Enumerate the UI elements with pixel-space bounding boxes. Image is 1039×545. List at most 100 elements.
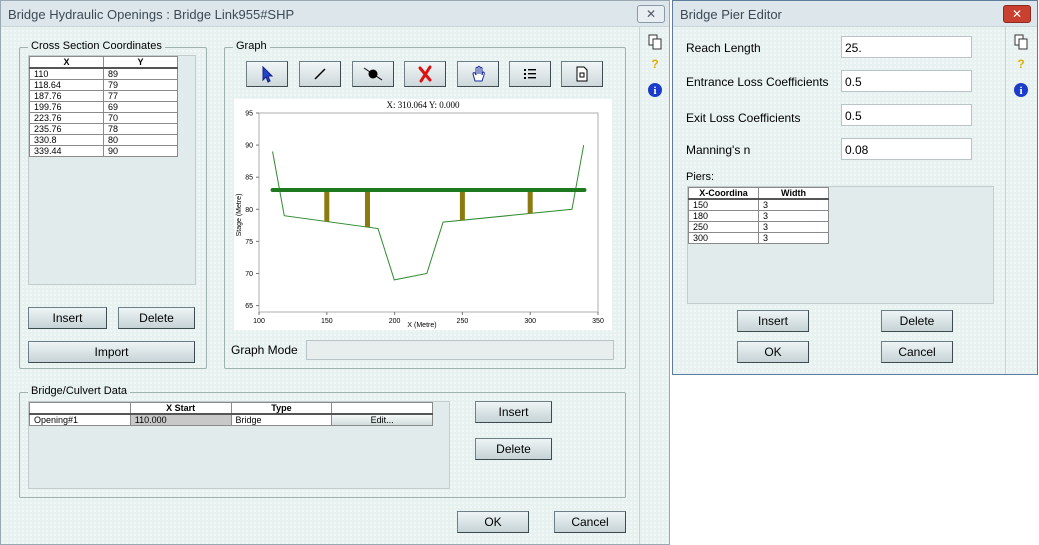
- info-icon[interactable]: i: [1012, 81, 1030, 99]
- close-icon: ✕: [1011, 7, 1023, 21]
- cs-cell[interactable]: 69: [103, 101, 178, 113]
- table-row[interactable]: 300 3: [688, 232, 829, 244]
- pier-insert-button[interactable]: Insert: [737, 310, 809, 332]
- bridge-delete-button[interactable]: Delete: [475, 438, 552, 460]
- close-button[interactable]: ✕: [637, 5, 665, 23]
- table-row[interactable]: 223.76 70: [29, 112, 178, 124]
- entrance-loss-field[interactable]: 0.5: [841, 70, 972, 92]
- y-tick-label: 65: [245, 303, 253, 310]
- x-tick-label: 150: [321, 318, 333, 325]
- pier-header-1[interactable]: Width: [758, 187, 829, 200]
- side-strip: [639, 27, 670, 544]
- cross-section-table[interactable]: X Y 110 89 118.64 79 187.76 77 199.76 69 223.76 70 2…: [29, 56, 178, 157]
- main-title: Bridge Hydraulic Openings : Bridge Link9…: [8, 7, 295, 22]
- pier-cell[interactable]: 3: [758, 210, 829, 222]
- cs-cell[interactable]: 77: [103, 90, 178, 102]
- copy-icon[interactable]: [1012, 33, 1030, 51]
- pier-cell[interactable]: 180: [688, 210, 759, 222]
- bridge-cell[interactable]: Opening#1: [29, 413, 131, 426]
- pier-close-button[interactable]: ✕: [1003, 5, 1031, 23]
- pier-cell[interactable]: 3: [758, 198, 829, 211]
- bridge-cell[interactable]: Bridge: [230, 413, 333, 426]
- hand-icon: [472, 65, 485, 82]
- pier-delete-button[interactable]: Delete: [881, 310, 953, 332]
- bridge-header-3[interactable]: [331, 402, 433, 415]
- cross-section-label: Cross Section Coordinates: [28, 40, 165, 52]
- bridge-table[interactable]: X Start Type Opening#1 110.000 Bridge Edit...: [29, 402, 433, 426]
- import-button[interactable]: Import: [28, 341, 195, 363]
- cs-cell[interactable]: 79: [103, 79, 178, 91]
- pier-cancel-button[interactable]: Cancel: [881, 341, 953, 363]
- close-icon: ✕: [645, 7, 657, 21]
- line-tool-button[interactable]: [299, 61, 341, 87]
- pier-cell[interactable]: 250: [688, 221, 759, 233]
- pointer-tool-button[interactable]: [246, 61, 288, 87]
- bridge-cell[interactable]: 110.000: [129, 413, 232, 426]
- cs-cell[interactable]: 339.44: [29, 145, 104, 157]
- table-row[interactable]: 110 89: [29, 67, 178, 80]
- point-tool-button[interactable]: [352, 61, 394, 87]
- list-tool-button[interactable]: [509, 61, 551, 87]
- piers-table[interactable]: X-Coordina Width 150 3 180 3 250 3 300 3: [688, 187, 829, 244]
- cs-cell[interactable]: 330.8: [29, 134, 104, 146]
- bridge-header-1[interactable]: X Start: [129, 402, 232, 415]
- mannings-n-field[interactable]: 0.08: [841, 138, 972, 160]
- y-tick-label: 85: [245, 175, 253, 182]
- bridge-header-2[interactable]: Type: [230, 402, 333, 415]
- ok-button[interactable]: OK: [457, 511, 529, 533]
- cs-cell[interactable]: 78: [103, 123, 178, 135]
- cs-cell[interactable]: 223.76: [29, 112, 104, 124]
- cs-delete-button[interactable]: Delete: [118, 307, 195, 329]
- pier-cell[interactable]: 150: [688, 198, 759, 211]
- bridge-header-0[interactable]: [29, 402, 131, 415]
- cs-cell[interactable]: 187.76: [29, 90, 104, 102]
- bridge-insert-button[interactable]: Insert: [475, 401, 552, 423]
- copy-icon[interactable]: [646, 33, 664, 51]
- pier-cell[interactable]: 3: [758, 221, 829, 233]
- table-row[interactable]: 180 3: [688, 210, 829, 222]
- cs-cell[interactable]: 235.76: [29, 123, 104, 135]
- pointer-icon: [262, 65, 274, 83]
- svg-text:i: i: [653, 85, 656, 97]
- table-row[interactable]: 330.8 80: [29, 134, 178, 146]
- cs-cell[interactable]: 70: [103, 112, 178, 124]
- cancel-button[interactable]: Cancel: [554, 511, 626, 533]
- table-row[interactable]: 250 3: [688, 221, 829, 233]
- pier-header-0[interactable]: X-Coordina: [688, 187, 759, 200]
- info-icon[interactable]: i: [646, 81, 664, 99]
- cs-header-0[interactable]: X: [29, 56, 104, 69]
- table-row[interactable]: Opening#1 110.000 Bridge Edit...: [29, 413, 433, 426]
- bridge-cell[interactable]: Edit...: [331, 413, 433, 426]
- pier-bar: [459, 190, 465, 221]
- cs-cell[interactable]: 110: [29, 67, 104, 80]
- table-row[interactable]: 118.64 79: [29, 79, 178, 91]
- cs-cell[interactable]: 80: [103, 134, 178, 146]
- cs-header-1[interactable]: Y: [103, 56, 178, 69]
- chart-xlabel: X (Metre): [407, 322, 436, 329]
- help-question-icon[interactable]: ?: [1012, 55, 1030, 73]
- delete-point-tool-button[interactable]: [404, 61, 446, 87]
- bridge-header-row: X Start Type: [29, 402, 433, 415]
- y-tick-label: 95: [245, 111, 253, 118]
- reach-length-field[interactable]: 25.: [841, 36, 972, 58]
- cs-cell[interactable]: 89: [103, 67, 178, 80]
- help-question-icon[interactable]: ?: [646, 55, 664, 73]
- pan-tool-button[interactable]: [457, 61, 499, 87]
- table-row[interactable]: 150 3: [688, 198, 829, 211]
- chart-panel[interactable]: X: 310.064 Y: 0.000 X (Metre) Stage (Met…: [234, 99, 612, 330]
- page-tool-button[interactable]: [561, 61, 603, 87]
- cs-cell[interactable]: 90: [103, 145, 178, 157]
- pier-cell[interactable]: 300: [688, 232, 759, 244]
- pier-cell[interactable]: 3: [758, 232, 829, 244]
- table-row[interactable]: 235.76 78: [29, 123, 178, 135]
- cs-cell[interactable]: 118.64: [29, 79, 104, 91]
- table-row[interactable]: 187.76 77: [29, 90, 178, 102]
- pier-ok-button[interactable]: OK: [737, 341, 809, 363]
- cross-section-chart: X: 310.064 Y: 0.000 X (Metre) Stage (Met…: [236, 100, 604, 329]
- cs-insert-button[interactable]: Insert: [28, 307, 107, 329]
- entrance-loss-label: Entrance Loss Coefficients: [686, 75, 829, 89]
- table-row[interactable]: 199.76 69: [29, 101, 178, 113]
- cs-cell[interactable]: 199.76: [29, 101, 104, 113]
- exit-loss-field[interactable]: 0.5: [841, 104, 972, 126]
- table-row[interactable]: 339.44 90: [29, 145, 178, 157]
